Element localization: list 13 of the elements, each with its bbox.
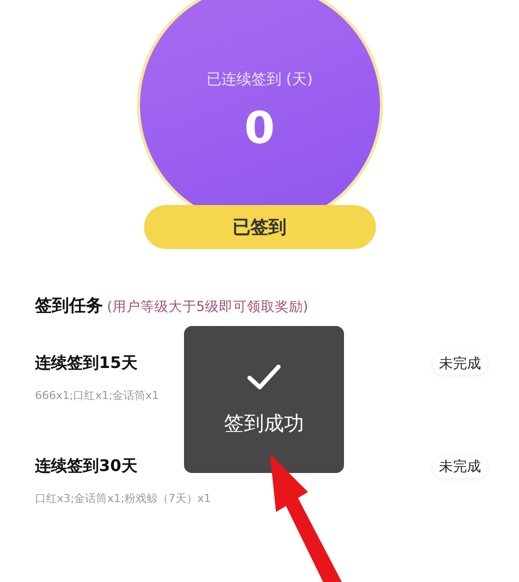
section-title: 签到任务 <box>35 295 103 317</box>
task-status: 未完成 <box>433 353 487 375</box>
streak-label: 已连续签到 (天) <box>206 70 313 89</box>
task-status: 未完成 <box>433 456 487 478</box>
task-rewards: 666x1;口红x1;金话筒x1 <box>35 388 159 403</box>
check-icon <box>247 364 281 390</box>
task-title: 连续签到30天 <box>35 456 138 477</box>
task-rewards: 口红x3;金话筒x1;粉戏鲸（7天）x1 <box>35 491 211 506</box>
toast-message: 签到成功 <box>224 410 304 437</box>
task-title: 连续签到15天 <box>35 353 138 374</box>
section-note: (用户等级大于5级即可领取奖励) <box>107 298 308 316</box>
streak-count: 0 <box>244 103 275 154</box>
checkin-button[interactable]: 已签到 <box>144 205 376 249</box>
